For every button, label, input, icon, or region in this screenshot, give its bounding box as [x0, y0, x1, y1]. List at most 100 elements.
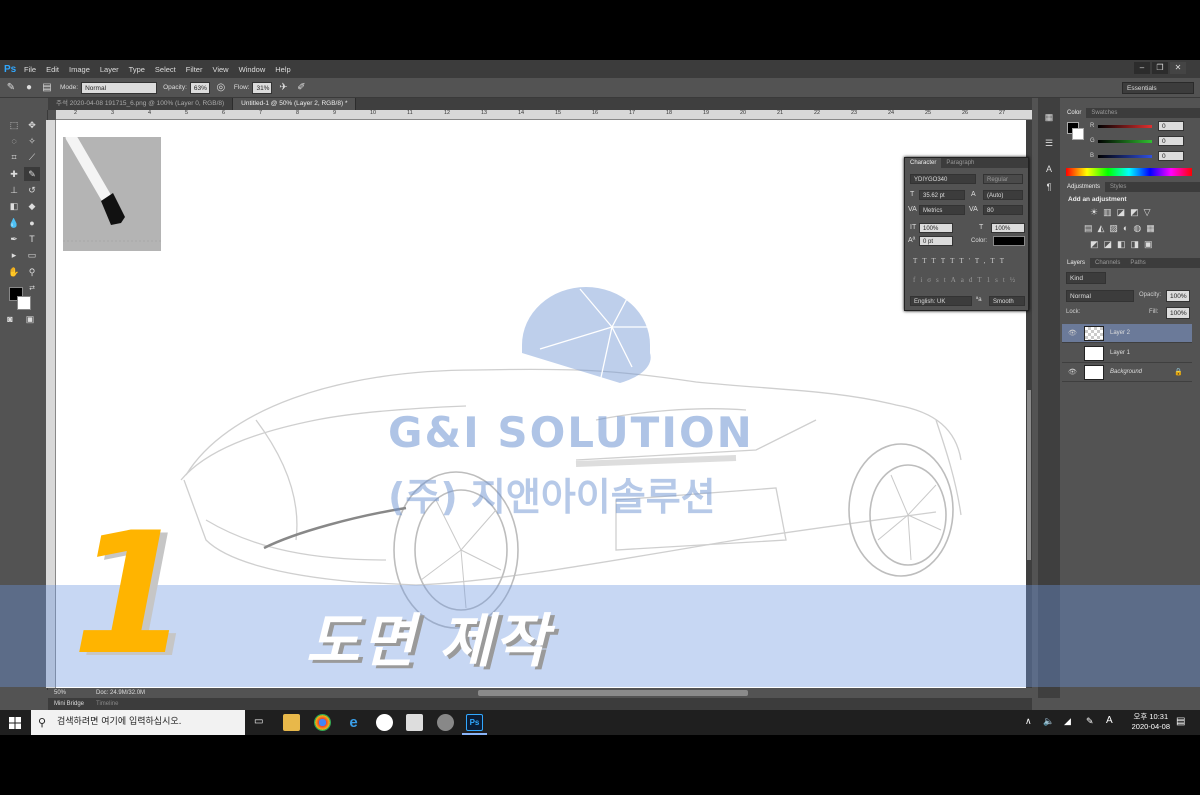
brush-size-icon[interactable]: ● — [22, 81, 36, 95]
network-icon[interactable]: ◢ — [1064, 716, 1071, 727]
menu-view[interactable]: View — [212, 65, 228, 74]
quick-select-icon[interactable]: ✧ — [24, 134, 40, 148]
zoom-level[interactable]: 50% — [54, 690, 66, 696]
type-tool-icon[interactable]: T — [24, 232, 40, 246]
healing-brush-icon[interactable]: ✚ — [6, 167, 22, 181]
visibility-eye-icon[interactable]: 👁 — [1068, 329, 1077, 337]
taskbar-clock[interactable]: 오후 10:31 2020-04-08 — [1132, 712, 1170, 732]
channel-b-value[interactable]: 0 — [1158, 151, 1184, 161]
pen-tool-icon[interactable]: ✒ — [6, 232, 22, 246]
history-brush-icon[interactable]: ↺ — [24, 183, 40, 197]
app-icon-cloud[interactable] — [376, 714, 393, 731]
background-color-swatch[interactable] — [17, 296, 31, 310]
blur-tool-icon[interactable]: 💧 — [6, 216, 22, 230]
tab-timeline[interactable]: Timeline — [90, 698, 124, 710]
channel-r-slider[interactable] — [1098, 125, 1152, 128]
vertical-scroll-thumb[interactable] — [1027, 390, 1031, 560]
tab-screenshot-doc[interactable]: 주석 2020-04-08 191715_6.png @ 100% (Layer… — [48, 98, 233, 110]
dodge-tool-icon[interactable]: ● — [24, 216, 40, 230]
tab-character[interactable]: Character — [905, 158, 941, 168]
color-background[interactable] — [1072, 128, 1084, 140]
tab-layers[interactable]: Layers — [1062, 258, 1090, 268]
paint-bucket-icon[interactable]: ◆ — [24, 199, 40, 213]
tracking-field[interactable]: 80 — [983, 205, 1023, 215]
marquee-tool-icon[interactable]: ⬚ — [6, 118, 22, 132]
workspace-select[interactable]: Essentials — [1122, 82, 1194, 94]
crop-tool-icon[interactable]: ⌗ — [6, 150, 22, 164]
properties-icon[interactable]: ☰ — [1041, 138, 1057, 152]
vertical-scale-field[interactable]: 100% — [919, 223, 953, 233]
menu-edit[interactable]: Edit — [46, 65, 59, 74]
lasso-tool-icon[interactable]: ◌ — [6, 134, 22, 148]
horizontal-scale-field[interactable]: 100% — [991, 223, 1025, 233]
kerning-field[interactable]: Metrics — [919, 205, 965, 215]
text-style-buttons[interactable]: TTTTTT'T,TT — [913, 257, 1009, 265]
tab-mini-bridge[interactable]: Mini Bridge — [48, 698, 90, 710]
tab-paragraph[interactable]: Paragraph — [941, 158, 979, 168]
app-icon-circle[interactable] — [437, 714, 454, 731]
layer-row-layer-1[interactable]: Layer 1 — [1062, 344, 1192, 363]
layer-opacity-field[interactable]: 100% — [1166, 290, 1190, 302]
tab-paths[interactable]: Paths — [1125, 258, 1150, 268]
menu-layer[interactable]: Layer — [100, 65, 119, 74]
airbrush-icon[interactable]: ✈ — [276, 81, 290, 95]
swap-colors-icon[interactable]: ⇄ — [24, 282, 40, 296]
pen-icon[interactable]: ✎ — [1086, 716, 1094, 727]
tab-color[interactable]: Color — [1062, 108, 1086, 118]
tab-channels[interactable]: Channels — [1090, 258, 1125, 268]
screen-mode-icon[interactable]: ▣ — [22, 312, 38, 326]
channel-b-slider[interactable] — [1098, 155, 1152, 158]
pressure-size-icon[interactable]: ✐ — [294, 81, 308, 95]
antialias-select[interactable]: Smooth — [989, 296, 1025, 306]
brush-tool-preset-icon[interactable]: ✎ — [4, 81, 18, 95]
menu-filter[interactable]: Filter — [186, 65, 203, 74]
close-button[interactable]: ✕ — [1170, 62, 1186, 74]
zoom-tool-icon[interactable]: ⚲ — [24, 265, 40, 279]
history-icon[interactable]: ▦ — [1041, 112, 1057, 126]
layer-filter-kind[interactable]: Kind — [1066, 272, 1106, 284]
clone-stamp-icon[interactable]: ⊥ — [6, 183, 22, 197]
volume-icon[interactable]: 🔈 — [1043, 716, 1054, 727]
notification-icon[interactable]: ▤ — [1176, 716, 1185, 727]
brush-panel-icon[interactable]: ▤ — [40, 81, 54, 95]
channel-g-value[interactable]: 0 — [1158, 136, 1184, 146]
path-select-icon[interactable]: ▸ — [6, 248, 22, 262]
font-style-select[interactable]: Regular — [983, 174, 1023, 184]
color-spectrum[interactable] — [1066, 168, 1192, 176]
paragraph-icon[interactable]: ¶ — [1041, 182, 1057, 196]
horizontal-scroll-thumb[interactable] — [478, 690, 748, 696]
adjustment-icons-row-2[interactable]: ▤◭▨◐◍▦ — [1084, 223, 1160, 234]
eraser-icon[interactable]: ◧ — [6, 199, 22, 213]
layer-row-layer-2[interactable]: 👁 Layer 2 — [1062, 324, 1192, 343]
shape-tool-icon[interactable]: ▭ — [24, 248, 40, 262]
file-explorer-icon[interactable] — [283, 714, 300, 731]
language-select[interactable]: English: UK — [910, 296, 972, 306]
baseline-shift-field[interactable]: 0 pt — [919, 236, 953, 246]
menu-window[interactable]: Window — [239, 65, 266, 74]
opacity-field[interactable]: 63% — [190, 82, 210, 94]
hand-tool-icon[interactable]: ✋ — [6, 265, 22, 279]
tab-swatches[interactable]: Swatches — [1086, 108, 1122, 118]
layer-row-background[interactable]: 👁 Background 🔒 — [1062, 363, 1192, 382]
channel-g-slider[interactable] — [1098, 140, 1152, 143]
menu-select[interactable]: Select — [155, 65, 176, 74]
menu-file[interactable]: File — [24, 65, 36, 74]
font-size-field[interactable]: 35.62 pt — [919, 190, 965, 200]
restore-button[interactable]: ❐ — [1152, 62, 1168, 74]
tab-adjustments[interactable]: Adjustments — [1062, 182, 1105, 192]
tab-untitled-1[interactable]: Untitled-1 @ 50% (Layer 2, RGB/8) * — [233, 98, 356, 110]
photoshop-taskbar-icon[interactable]: Ps — [466, 714, 483, 731]
mode-select[interactable]: Normal — [81, 82, 157, 94]
edge-icon[interactable]: e — [345, 714, 362, 731]
menu-image[interactable]: Image — [69, 65, 90, 74]
adjustment-icons-row-1[interactable]: ☀▥◪◩▽ — [1090, 207, 1156, 218]
text-color-swatch[interactable] — [993, 236, 1025, 246]
character-icon[interactable]: A — [1041, 164, 1057, 178]
visibility-eye-icon[interactable]: 👁 — [1068, 368, 1077, 376]
leading-field[interactable]: (Auto) — [983, 190, 1023, 200]
opentype-buttons[interactable]: fiσstAadT1st½ — [913, 276, 1020, 284]
windows-start-icon[interactable] — [9, 717, 21, 729]
app-icon-game[interactable] — [406, 714, 423, 731]
pressure-opacity-icon[interactable]: ◎ — [214, 81, 228, 95]
menu-type[interactable]: Type — [129, 65, 145, 74]
